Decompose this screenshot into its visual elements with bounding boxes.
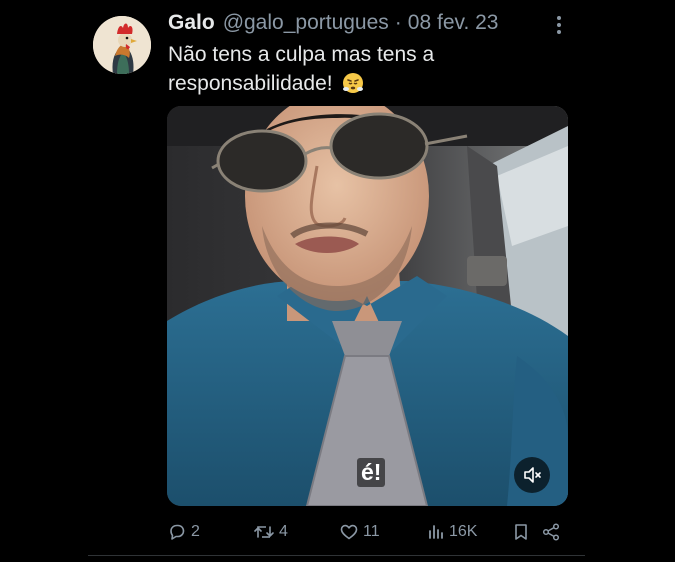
separator: · xyxy=(394,11,402,34)
face-with-steam-icon xyxy=(342,72,364,94)
tweet-text: Não tens a culpa mas tens a responsabili… xyxy=(168,43,435,95)
muted-speaker-icon xyxy=(524,467,541,483)
reply-count: 2 xyxy=(191,523,200,540)
tweet-header: Galo @galo_portugues · 08 fev. 23 xyxy=(168,11,498,37)
more-options-icon[interactable] xyxy=(548,14,570,36)
like-count: 11 xyxy=(363,523,380,540)
heart-icon xyxy=(340,524,358,540)
bookmark-button[interactable] xyxy=(512,520,534,544)
reply-button[interactable]: 2 xyxy=(167,520,200,544)
author-name[interactable]: Galo xyxy=(168,11,215,35)
retweet-count: 4 xyxy=(279,523,288,540)
tweet-date[interactable]: 08 fev. 23 xyxy=(408,11,499,35)
view-count: 16K xyxy=(449,523,478,540)
video-player[interactable] xyxy=(167,106,568,506)
author-handle[interactable]: @galo_portugues xyxy=(223,11,389,35)
bookmark-icon xyxy=(515,524,527,540)
share-icon xyxy=(542,523,560,541)
retweet-icon xyxy=(254,526,274,538)
share-button[interactable] xyxy=(541,520,565,544)
tweet-actions: 2 4 11 16K xyxy=(167,520,567,544)
video-caption: é! xyxy=(357,458,386,487)
tweet-text-block: Não tens a culpa mas tens a responsabili… xyxy=(168,40,558,98)
divider xyxy=(88,555,585,556)
avatar[interactable] xyxy=(93,16,151,74)
tweet[interactable]: Galo @galo_portugues · 08 fev. 23 Não te… xyxy=(0,0,675,562)
analytics-icon xyxy=(429,525,443,539)
mute-button[interactable] xyxy=(514,457,550,493)
views-button[interactable]: 16K xyxy=(427,520,477,544)
retweet-button[interactable]: 4 xyxy=(253,520,288,544)
like-button[interactable]: 11 xyxy=(339,520,380,544)
reply-icon xyxy=(170,524,185,540)
